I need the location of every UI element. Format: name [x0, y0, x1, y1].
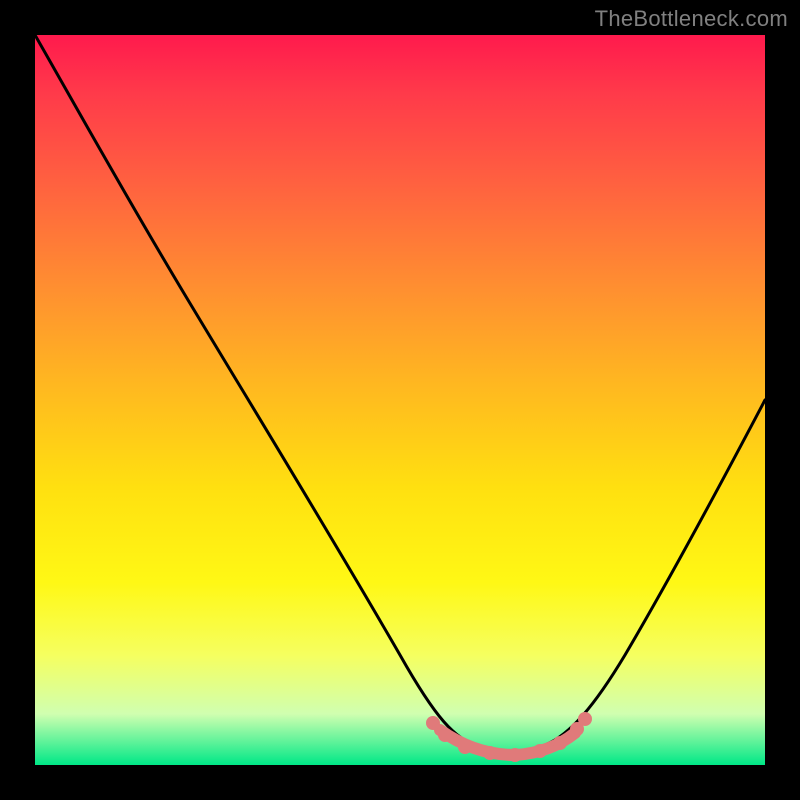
chart-container: TheBottleneck.com: [0, 0, 800, 800]
watermark-text: TheBottleneck.com: [595, 6, 788, 32]
chart-svg: [35, 35, 765, 765]
valley-marker: [426, 712, 592, 762]
bottleneck-curve: [35, 35, 765, 751]
